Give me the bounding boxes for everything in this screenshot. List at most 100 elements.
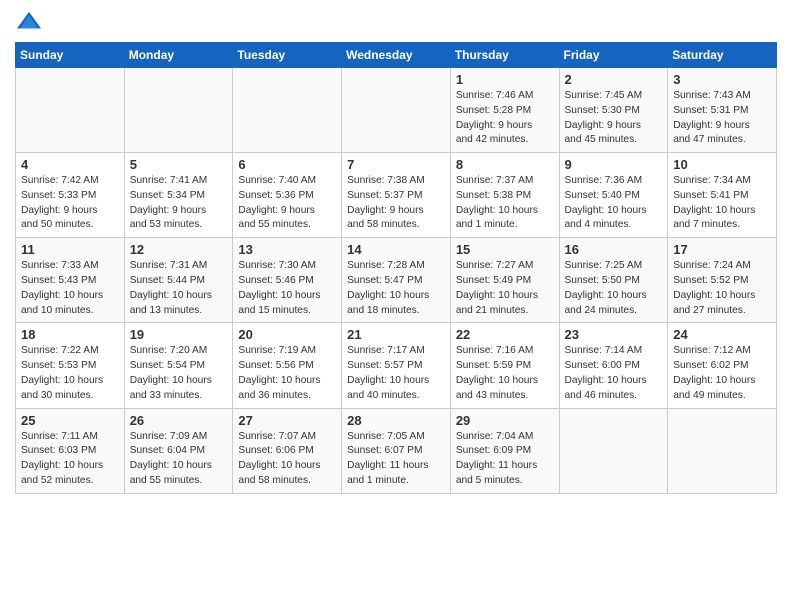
calendar-table: SundayMondayTuesdayWednesdayThursdayFrid… — [15, 42, 777, 494]
logo — [15, 10, 47, 34]
cell-info: Sunrise: 7:43 AM Sunset: 5:31 PM Dayligh… — [673, 89, 771, 148]
day-number: 2 — [565, 72, 663, 87]
day-number: 20 — [238, 327, 336, 342]
day-number: 23 — [565, 327, 663, 342]
calendar-cell — [668, 408, 777, 493]
calendar-cell: 17 Sunrise: 7:24 AM Sunset: 5:52 PM Dayli… — [668, 238, 777, 323]
page-header — [15, 10, 777, 34]
cell-info: Sunrise: 7:28 AM Sunset: 5:47 PM Dayligh… — [347, 259, 445, 318]
cell-info: Sunrise: 7:05 AM Sunset: 6:07 PM Dayligh… — [347, 430, 445, 489]
cell-info: Sunrise: 7:07 AM Sunset: 6:06 PM Dayligh… — [238, 430, 336, 489]
day-number: 9 — [565, 157, 663, 172]
calendar-cell: 23 Sunrise: 7:14 AM Sunset: 6:00 PM Dayli… — [559, 323, 668, 408]
day-number: 5 — [130, 157, 228, 172]
cell-info: Sunrise: 7:41 AM Sunset: 5:34 PM Dayligh… — [130, 174, 228, 233]
header-thursday: Thursday — [450, 43, 559, 68]
day-number: 24 — [673, 327, 771, 342]
calendar-cell: 28 Sunrise: 7:05 AM Sunset: 6:07 PM Dayli… — [342, 408, 451, 493]
calendar-header: SundayMondayTuesdayWednesdayThursdayFrid… — [16, 43, 777, 68]
calendar-cell: 7Sunrise: 7:38 AM Sunset: 5:37 PM Daylig… — [342, 153, 451, 238]
cell-info: Sunrise: 7:27 AM Sunset: 5:49 PM Dayligh… — [456, 259, 554, 318]
day-number: 11 — [21, 242, 119, 257]
cell-info: Sunrise: 7:11 AM Sunset: 6:03 PM Dayligh… — [21, 430, 119, 489]
cell-info: Sunrise: 7:12 AM Sunset: 6:02 PM Dayligh… — [673, 344, 771, 403]
cell-info: Sunrise: 7:17 AM Sunset: 5:57 PM Dayligh… — [347, 344, 445, 403]
calendar-cell: 10 Sunrise: 7:34 AM Sunset: 5:41 PM Dayli… — [668, 153, 777, 238]
cell-info: Sunrise: 7:46 AM Sunset: 5:28 PM Dayligh… — [456, 89, 554, 148]
header-sunday: Sunday — [16, 43, 125, 68]
calendar-cell: 24 Sunrise: 7:12 AM Sunset: 6:02 PM Dayli… — [668, 323, 777, 408]
cell-info: Sunrise: 7:42 AM Sunset: 5:33 PM Dayligh… — [21, 174, 119, 233]
calendar-cell: 4Sunrise: 7:42 AM Sunset: 5:33 PM Daylig… — [16, 153, 125, 238]
day-number: 12 — [130, 242, 228, 257]
day-number: 10 — [673, 157, 771, 172]
calendar-body: 1 Sunrise: 7:46 AM Sunset: 5:28 PM Daylig… — [16, 68, 777, 494]
calendar-cell: 3Sunrise: 7:43 AM Sunset: 5:31 PM Daylig… — [668, 68, 777, 153]
cell-info: Sunrise: 7:40 AM Sunset: 5:36 PM Dayligh… — [238, 174, 336, 233]
calendar-cell: 5 Sunrise: 7:41 AM Sunset: 5:34 PM Daylig… — [124, 153, 233, 238]
week-row-4: 25 Sunrise: 7:11 AM Sunset: 6:03 PM Dayli… — [16, 408, 777, 493]
calendar-cell: 6 Sunrise: 7:40 AM Sunset: 5:36 PM Daylig… — [233, 153, 342, 238]
day-number: 13 — [238, 242, 336, 257]
calendar-cell: 27Sunrise: 7:07 AM Sunset: 6:06 PM Dayli… — [233, 408, 342, 493]
calendar-cell: 21Sunrise: 7:17 AM Sunset: 5:57 PM Dayli… — [342, 323, 451, 408]
day-number: 1 — [456, 72, 554, 87]
calendar-cell — [342, 68, 451, 153]
day-number: 25 — [21, 413, 119, 428]
day-number: 18 — [21, 327, 119, 342]
week-row-3: 18 Sunrise: 7:22 AM Sunset: 5:53 PM Dayli… — [16, 323, 777, 408]
calendar-cell: 15 Sunrise: 7:27 AM Sunset: 5:49 PM Dayli… — [450, 238, 559, 323]
cell-info: Sunrise: 7:14 AM Sunset: 6:00 PM Dayligh… — [565, 344, 663, 403]
cell-info: Sunrise: 7:25 AM Sunset: 5:50 PM Dayligh… — [565, 259, 663, 318]
cell-info: Sunrise: 7:09 AM Sunset: 6:04 PM Dayligh… — [130, 430, 228, 489]
cell-info: Sunrise: 7:24 AM Sunset: 5:52 PM Dayligh… — [673, 259, 771, 318]
calendar-cell: 18 Sunrise: 7:22 AM Sunset: 5:53 PM Dayli… — [16, 323, 125, 408]
day-number: 22 — [456, 327, 554, 342]
week-row-1: 4Sunrise: 7:42 AM Sunset: 5:33 PM Daylig… — [16, 153, 777, 238]
day-number: 28 — [347, 413, 445, 428]
calendar-cell: 1 Sunrise: 7:46 AM Sunset: 5:28 PM Daylig… — [450, 68, 559, 153]
day-number: 6 — [238, 157, 336, 172]
calendar-cell — [16, 68, 125, 153]
logo-icon — [15, 10, 43, 34]
calendar-cell: 16 Sunrise: 7:25 AM Sunset: 5:50 PM Dayli… — [559, 238, 668, 323]
cell-info: Sunrise: 7:38 AM Sunset: 5:37 PM Dayligh… — [347, 174, 445, 233]
day-number: 17 — [673, 242, 771, 257]
calendar-cell: 25 Sunrise: 7:11 AM Sunset: 6:03 PM Dayli… — [16, 408, 125, 493]
header-friday: Friday — [559, 43, 668, 68]
cell-info: Sunrise: 7:37 AM Sunset: 5:38 PM Dayligh… — [456, 174, 554, 233]
cell-info: Sunrise: 7:34 AM Sunset: 5:41 PM Dayligh… — [673, 174, 771, 233]
cell-info: Sunrise: 7:22 AM Sunset: 5:53 PM Dayligh… — [21, 344, 119, 403]
day-number: 8 — [456, 157, 554, 172]
cell-info: Sunrise: 7:04 AM Sunset: 6:09 PM Dayligh… — [456, 430, 554, 489]
calendar-cell — [559, 408, 668, 493]
cell-info: Sunrise: 7:45 AM Sunset: 5:30 PM Dayligh… — [565, 89, 663, 148]
cell-info: Sunrise: 7:31 AM Sunset: 5:44 PM Dayligh… — [130, 259, 228, 318]
header-saturday: Saturday — [668, 43, 777, 68]
calendar-cell: 19 Sunrise: 7:20 AM Sunset: 5:54 PM Dayli… — [124, 323, 233, 408]
calendar-cell: 12 Sunrise: 7:31 AM Sunset: 5:44 PM Dayli… — [124, 238, 233, 323]
calendar-cell: 9 Sunrise: 7:36 AM Sunset: 5:40 PM Daylig… — [559, 153, 668, 238]
calendar-cell: 11Sunrise: 7:33 AM Sunset: 5:43 PM Dayli… — [16, 238, 125, 323]
calendar-cell: 8 Sunrise: 7:37 AM Sunset: 5:38 PM Daylig… — [450, 153, 559, 238]
header-row: SundayMondayTuesdayWednesdayThursdayFrid… — [16, 43, 777, 68]
day-number: 15 — [456, 242, 554, 257]
header-wednesday: Wednesday — [342, 43, 451, 68]
cell-info: Sunrise: 7:20 AM Sunset: 5:54 PM Dayligh… — [130, 344, 228, 403]
cell-info: Sunrise: 7:19 AM Sunset: 5:56 PM Dayligh… — [238, 344, 336, 403]
day-number: 29 — [456, 413, 554, 428]
day-number: 19 — [130, 327, 228, 342]
header-monday: Monday — [124, 43, 233, 68]
week-row-2: 11Sunrise: 7:33 AM Sunset: 5:43 PM Dayli… — [16, 238, 777, 323]
calendar-cell: 14Sunrise: 7:28 AM Sunset: 5:47 PM Dayli… — [342, 238, 451, 323]
week-row-0: 1 Sunrise: 7:46 AM Sunset: 5:28 PM Daylig… — [16, 68, 777, 153]
calendar-cell — [233, 68, 342, 153]
day-number: 26 — [130, 413, 228, 428]
day-number: 16 — [565, 242, 663, 257]
calendar-cell: 13Sunrise: 7:30 AM Sunset: 5:46 PM Dayli… — [233, 238, 342, 323]
cell-info: Sunrise: 7:16 AM Sunset: 5:59 PM Dayligh… — [456, 344, 554, 403]
calendar-cell — [124, 68, 233, 153]
cell-info: Sunrise: 7:36 AM Sunset: 5:40 PM Dayligh… — [565, 174, 663, 233]
header-tuesday: Tuesday — [233, 43, 342, 68]
calendar-cell: 2 Sunrise: 7:45 AM Sunset: 5:30 PM Daylig… — [559, 68, 668, 153]
